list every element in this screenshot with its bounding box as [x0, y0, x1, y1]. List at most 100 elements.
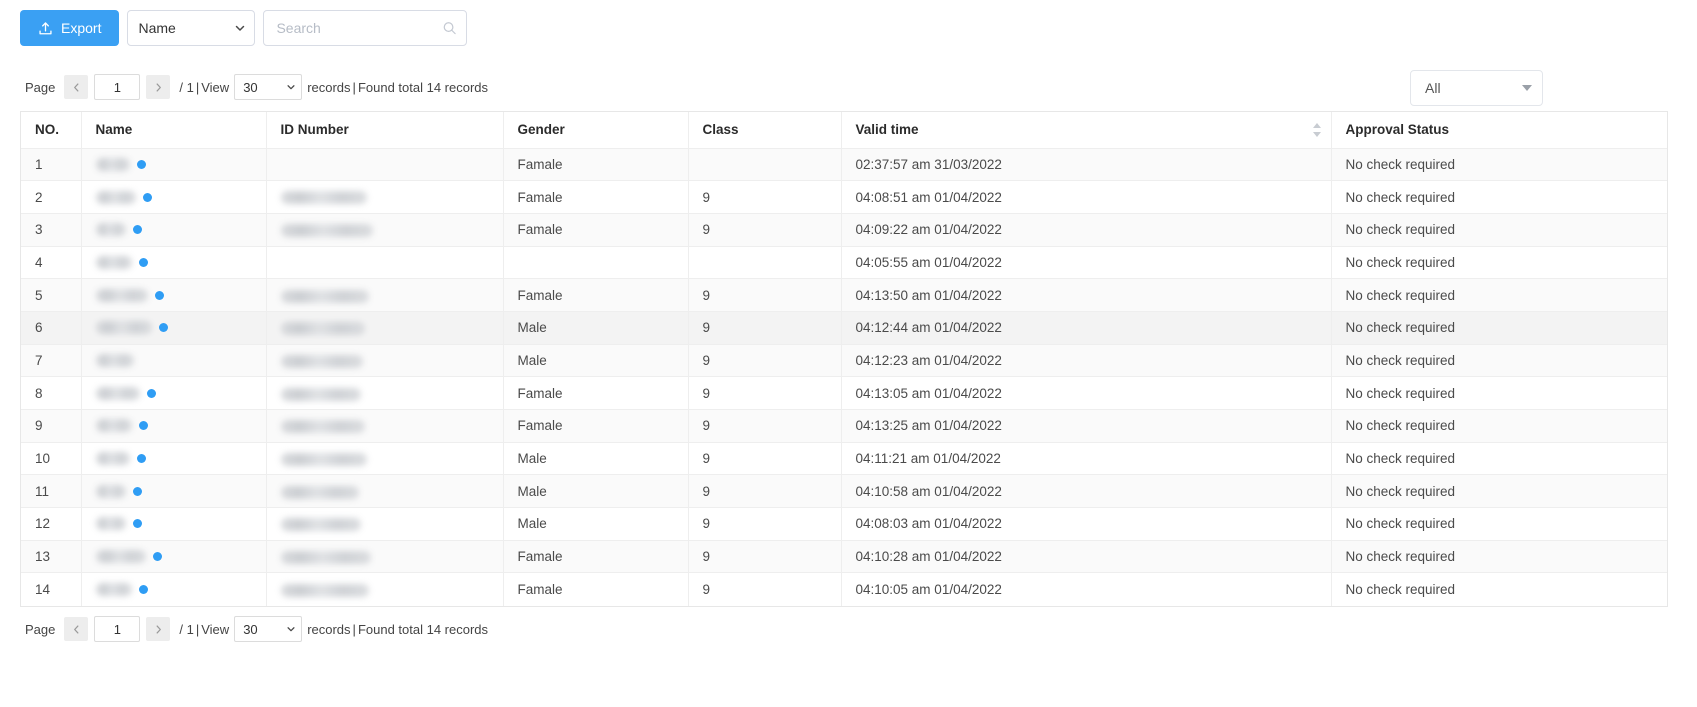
found-total-label-bottom: Found total 14 records — [357, 621, 489, 637]
cell-gender: Famale — [503, 148, 689, 182]
prev-page-button-top[interactable] — [64, 75, 89, 99]
cell-name — [81, 278, 267, 312]
table-row[interactable]: 10 Male 9 04:11:21 am 01/04/2022 No check re… — [21, 442, 1667, 476]
cell-no: 5 — [21, 278, 82, 312]
cell-approval_status: No check required — [1331, 246, 1667, 280]
cell-valid_time: 04:10:05 am 01/04/2022 — [841, 572, 1332, 606]
status-dot-icon — [138, 257, 148, 267]
status-dot-icon — [132, 225, 142, 235]
table-row[interactable]: 3 Famale 9 04:09:22 am 01/04/2022 No check r… — [21, 213, 1667, 247]
export-button[interactable]: Export — [20, 10, 120, 46]
sort-toggle-icon[interactable] — [1312, 122, 1322, 137]
redacted-id-number — [280, 354, 363, 368]
cell-gender: Male — [503, 311, 689, 345]
cell-gender: Famale — [503, 409, 689, 443]
page-size-select-top[interactable]: 30 — [234, 74, 303, 100]
redacted-id-number — [280, 191, 367, 205]
cell-valid_time: 04:08:03 am 01/04/2022 — [841, 507, 1332, 541]
cell-no: 10 — [21, 442, 82, 476]
cell-id_number — [266, 148, 504, 182]
redacted-id-number — [280, 289, 369, 303]
cell-gender — [503, 246, 689, 280]
table-row[interactable]: 4 04:05:55 am 01/04/2022 No check required — [21, 246, 1667, 280]
cell-class — [688, 246, 842, 280]
cell-class: 9 — [688, 180, 842, 214]
cell-gender: Famale — [503, 278, 689, 312]
column-header-gender: Gender — [503, 112, 689, 149]
table-row[interactable]: 7 Male 9 04:12:23 am 01/04/2022 No check req… — [21, 344, 1667, 378]
cell-class: 9 — [688, 213, 842, 247]
cell-approval_status: No check required — [1331, 278, 1667, 312]
page-size-select-bottom[interactable]: 30 — [234, 616, 303, 642]
status-dot-icon — [152, 552, 162, 562]
cell-no: 3 — [21, 213, 82, 247]
cell-id_number — [266, 474, 504, 509]
approval-status-filter[interactable]: All — [1410, 70, 1543, 106]
table-row[interactable]: 1 Famale 02:37:57 am 31/03/2022 No check re… — [21, 148, 1667, 182]
name-cell-content — [95, 157, 252, 171]
cell-valid_time: 04:08:51 am 01/04/2022 — [841, 180, 1332, 214]
name-cell-content — [95, 419, 252, 433]
cell-class: 9 — [688, 376, 842, 410]
search-field-select[interactable]: Name — [127, 10, 256, 46]
page-number-input-top[interactable] — [94, 74, 141, 100]
cell-no: 12 — [21, 507, 82, 541]
table-row[interactable]: 12 Male 9 04:08:03 am 01/04/2022 No check re… — [21, 507, 1667, 541]
cell-approval_status: No check required — [1331, 442, 1667, 476]
records-page: Export Name Page — [0, 0, 1697, 707]
column-header-valid_time[interactable]: Valid time — [841, 112, 1332, 149]
cell-gender: Male — [503, 507, 689, 541]
chevron-left-icon — [72, 82, 81, 92]
table-row[interactable]: 2 Famale 9 04:08:51 am 01/04/2022 No check r… — [21, 180, 1667, 214]
search-icon[interactable] — [442, 21, 457, 36]
chevron-right-icon — [154, 624, 163, 634]
cell-no: 1 — [21, 148, 82, 182]
next-page-button-bottom[interactable] — [146, 617, 171, 641]
search-input[interactable] — [263, 10, 468, 46]
redacted-name — [95, 157, 130, 171]
cell-class: 9 — [688, 442, 842, 476]
next-page-button-top[interactable] — [146, 75, 171, 99]
table-row[interactable]: 9 Famale 9 04:13:25 am 01/04/2022 No check r… — [21, 409, 1667, 443]
cell-valid_time: 04:12:44 am 01/04/2022 — [841, 311, 1332, 345]
table-row[interactable]: 14 Famale 9 04:10:05 am 01/04/2022 No check … — [21, 572, 1667, 606]
records-table-wrap: NO. Name ID Number Gender Class Valid time App… — [20, 111, 1668, 607]
cell-id_number — [266, 507, 504, 541]
chevron-left-icon — [72, 624, 81, 634]
table-row[interactable]: 5 Famale 9 04:13:50 am 01/04/2022 No check r… — [21, 278, 1667, 312]
pager-separator-top: | — [195, 79, 200, 95]
status-dot-icon — [136, 159, 146, 169]
cell-gender: Male — [503, 442, 689, 476]
column-header-approval_status: Approval Status — [1331, 112, 1667, 149]
cell-id_number — [266, 409, 504, 443]
cell-name — [81, 376, 267, 410]
redacted-name — [95, 484, 126, 498]
column-header-label: Valid time — [855, 122, 919, 138]
pager-separator2-bottom: | — [352, 621, 356, 637]
table-body: 1 Famale 02:37:57 am 31/03/2022 No check re… — [21, 148, 1667, 606]
cell-gender: Male — [503, 344, 689, 378]
cell-name — [81, 180, 267, 214]
status-dot-icon — [142, 192, 152, 202]
table-row[interactable]: 6 Male 9 04:12:44 am 01/04/2022 No check req… — [21, 311, 1667, 345]
status-dot-icon — [138, 421, 148, 431]
page-number-input-bottom[interactable] — [94, 616, 141, 642]
cell-class: 9 — [688, 278, 842, 312]
cell-valid_time: 04:13:05 am 01/04/2022 — [841, 376, 1332, 410]
redacted-name — [95, 517, 126, 531]
cell-class: 9 — [688, 572, 842, 606]
cell-valid_time: 04:09:22 am 01/04/2022 — [841, 213, 1332, 247]
table-row[interactable]: 11 Male 9 04:10:58 am 01/04/2022 No check re… — [21, 474, 1667, 509]
cell-class: 9 — [688, 507, 842, 541]
cell-approval_status: No check required — [1331, 148, 1667, 182]
status-dot-icon — [132, 519, 142, 529]
status-dot-icon — [158, 323, 168, 333]
prev-page-button-bottom[interactable] — [64, 617, 89, 641]
chevron-right-icon — [154, 82, 163, 92]
total-pages-label-bottom: / 1 — [179, 621, 194, 637]
table-row[interactable]: 8 Famale 9 04:13:05 am 01/04/2022 No check r… — [21, 376, 1667, 410]
cell-class: 9 — [688, 409, 842, 443]
cell-name — [81, 474, 267, 509]
table-row[interactable]: 13 Famale 9 04:10:28 am 01/04/2022 No check … — [21, 540, 1667, 574]
page-size-select-wrap-bottom: 30 — [234, 616, 303, 642]
